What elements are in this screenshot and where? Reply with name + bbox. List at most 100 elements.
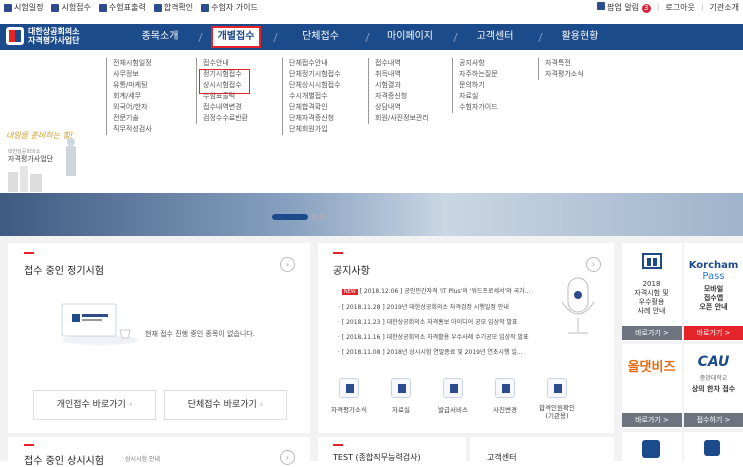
library-icon bbox=[391, 378, 411, 398]
mega-link[interactable]: 자격증신청 bbox=[375, 91, 429, 102]
register-icon bbox=[51, 3, 60, 12]
mega-link[interactable]: 단체회원가입 bbox=[289, 124, 341, 135]
group-register-button[interactable]: 단체접수 바로가기 › bbox=[164, 390, 287, 420]
pass-check-icon bbox=[547, 378, 567, 398]
nav-item-subjects[interactable]: 종목소개 bbox=[120, 24, 200, 50]
icon-pass-check[interactable]: 합격인원확인 (기관용) bbox=[531, 378, 583, 420]
quick-link-guide[interactable]: 수험자 가이드 bbox=[201, 2, 258, 13]
utility-links: 팝업 알림 3 | 로그아웃 | 기관소개 bbox=[596, 2, 739, 13]
notice-item[interactable]: · [ 2018.11.16 ] 대한상공회의소 자격활용 우수사례 수기공모 … bbox=[338, 330, 530, 345]
pager-active[interactable] bbox=[272, 214, 308, 220]
logo-line2: 자격평가사업단 bbox=[28, 36, 80, 45]
mega-link[interactable]: 자격평가소식 bbox=[545, 69, 584, 80]
mega-link[interactable]: 단체상시시험접수 bbox=[289, 80, 341, 91]
icon-library[interactable]: 자료실 bbox=[375, 378, 427, 420]
mega-link[interactable]: 자주하는질문 bbox=[459, 69, 498, 80]
quick-link-register[interactable]: 시험접수 bbox=[51, 2, 91, 13]
mega-link[interactable]: 검정수수료반환 bbox=[203, 113, 248, 124]
guide-icon bbox=[201, 3, 210, 12]
mega-link[interactable]: 단체정기시험접수 bbox=[289, 69, 341, 80]
logo-mark-icon bbox=[6, 27, 24, 45]
mega-link[interactable]: 회계/세무 bbox=[113, 91, 152, 102]
promo-illustration: 내일을 준비하는 힘! 대한상공회의소 자격평가사업단 bbox=[6, 124, 96, 194]
quick-link-schedule[interactable]: 시험일정 bbox=[4, 2, 43, 13]
issue-icon bbox=[443, 378, 463, 398]
city-illustration-icon bbox=[8, 138, 76, 192]
mega-link[interactable]: 외국어/한자 bbox=[113, 102, 152, 113]
popup-link[interactable]: 팝업 알림 3 bbox=[596, 2, 651, 13]
mega-link[interactable]: 단체자격증신청 bbox=[289, 113, 341, 124]
notice-card-title: 공지사항 bbox=[333, 266, 370, 277]
nav-item-individual[interactable]: 개별접수 bbox=[211, 26, 261, 48]
support-card-title: 고객센터 bbox=[487, 453, 517, 462]
mega-link[interactable]: 접수안내 bbox=[203, 58, 248, 69]
notice-item[interactable]: · [ 2018.11.08 ] 2018년 상시시험 연말종료 및 2019년… bbox=[338, 345, 530, 360]
mega-link[interactable]: 접수내역 bbox=[375, 58, 429, 69]
nav-item-usage[interactable]: 활용현황 bbox=[550, 24, 610, 50]
always-exam-sub[interactable]: 상시시험 안내 bbox=[125, 454, 160, 463]
mega-link[interactable]: 회원/사진정보관리 bbox=[375, 113, 429, 124]
mega-link[interactable]: 자료실 bbox=[459, 91, 498, 102]
mega-link[interactable]: 직무적성검사 bbox=[113, 124, 152, 135]
kcci-logo-icon bbox=[704, 440, 720, 456]
news-icon bbox=[339, 378, 359, 398]
quick-link-result[interactable]: 합격확인 bbox=[153, 2, 193, 13]
mega-link[interactable]: 수험자가이드 bbox=[459, 102, 498, 113]
mega-link[interactable]: 공지사항 bbox=[459, 58, 498, 69]
individual-register-button[interactable]: 개인접수 바로가기 › bbox=[33, 390, 156, 420]
microphone-icon bbox=[561, 277, 595, 334]
quick-icon-row: 자격평가소식 자료실 발급서비스 사진변경 합격인원확인 (기관용) bbox=[323, 378, 583, 420]
mega-link[interactable]: 수시개별접수 bbox=[289, 91, 341, 102]
mega-link[interactable]: 시험결과 bbox=[375, 80, 429, 91]
quick-links: 시험일정 시험접수 수험표출력 합격확인 수험자 가이드 bbox=[4, 2, 258, 13]
logout-link[interactable]: 로그아웃 bbox=[665, 2, 694, 13]
mega-col-mypage: 접수내역 취득내역 시험결과 자격증신청 상담내역 회원/사진정보관리 bbox=[368, 58, 429, 124]
mega-link[interactable]: 문의하기 bbox=[459, 80, 498, 91]
logo-line1: 대한상공회의소 bbox=[28, 27, 80, 36]
calendar-icon bbox=[4, 3, 12, 12]
mega-menu: 전체시험일정 사무정보 유통/마케팅 회계/세무 외국어/한자 전문기술 직무적… bbox=[0, 50, 743, 203]
person-icon bbox=[153, 3, 162, 12]
agency-link[interactable]: 기관소개 bbox=[710, 2, 739, 13]
side-banner-2-button[interactable]: 바로가기 > bbox=[684, 326, 743, 340]
notice-item[interactable]: · [ 2018.11.23 ] 대한상공회의소 자격홍보 아이디어 공모 입상… bbox=[338, 315, 530, 330]
hero-banner bbox=[0, 193, 743, 236]
side-banner-3-button[interactable]: 바로가기 > bbox=[622, 413, 682, 427]
site-logo[interactable]: 대한상공회의소 자격평가사업단 bbox=[6, 27, 80, 45]
mega-link[interactable]: 상담내역 bbox=[375, 102, 429, 113]
pager-dot[interactable] bbox=[320, 214, 326, 220]
quick-link-ticket[interactable]: 수험표출력 bbox=[98, 2, 146, 13]
mega-col-usage: 자격특전 자격평가소식 bbox=[538, 58, 584, 80]
mega-col-group: 단체접수안내 단체정기시험접수 단체상시시험접수 수시개별접수 단체합격확인 단… bbox=[282, 58, 341, 135]
icon-photo[interactable]: 사진변경 bbox=[479, 378, 531, 420]
mega-link[interactable]: 전문기술 bbox=[113, 113, 152, 124]
nav-item-support[interactable]: 고객센터 bbox=[465, 24, 525, 50]
mega-link[interactable]: 취득내역 bbox=[375, 69, 429, 80]
lock-icon bbox=[642, 440, 660, 458]
side-banner-3-brand: 올댓비즈 bbox=[627, 360, 676, 375]
notice-list: · NEW[ 2018.12.06 ] 공인민간자격 'IT Plus'의 '워… bbox=[338, 284, 530, 360]
mega-link[interactable]: 사무정보 bbox=[113, 69, 152, 80]
icon-news[interactable]: 자격평가소식 bbox=[323, 378, 375, 420]
nav-item-mypage[interactable]: 마이페이지 bbox=[375, 24, 445, 50]
nav-item-group[interactable]: 단체접수 bbox=[288, 24, 353, 50]
mega-link[interactable]: 접수내역변경 bbox=[203, 102, 248, 113]
notice-item[interactable]: · NEW[ 2018.12.06 ] 공인민간자격 'IT Plus'의 '워… bbox=[338, 284, 530, 300]
new-badge: NEW bbox=[341, 289, 358, 295]
mega-link[interactable]: 전체시험일정 bbox=[113, 58, 152, 69]
ticket-icon bbox=[98, 3, 107, 12]
test-card-title: TEST (종합직무능력검사) bbox=[333, 453, 421, 462]
icon-issue[interactable]: 발급서비스 bbox=[427, 378, 479, 420]
mega-link[interactable]: 자격특전 bbox=[545, 58, 584, 69]
side-banner-1-button[interactable]: 바로가기 > bbox=[622, 326, 682, 340]
side-banner-4-button[interactable]: 접수하기 > bbox=[684, 413, 743, 427]
notice-item[interactable]: · [ 2018.11.28 ] 2019년 대한상공회의소 자격검정 시행일정… bbox=[338, 300, 530, 315]
popup-icon bbox=[596, 2, 605, 10]
mega-link[interactable]: 단체합격확인 bbox=[289, 102, 341, 113]
mega-link[interactable]: 유통/마케팅 bbox=[113, 80, 152, 91]
mega-link[interactable]: 단체접수안내 bbox=[289, 58, 341, 69]
pager-dot[interactable] bbox=[311, 214, 317, 220]
more-circle-icon[interactable]: › bbox=[280, 257, 295, 272]
more-circle-icon[interactable]: › bbox=[280, 450, 295, 465]
more-circle-icon[interactable]: › bbox=[586, 257, 601, 272]
